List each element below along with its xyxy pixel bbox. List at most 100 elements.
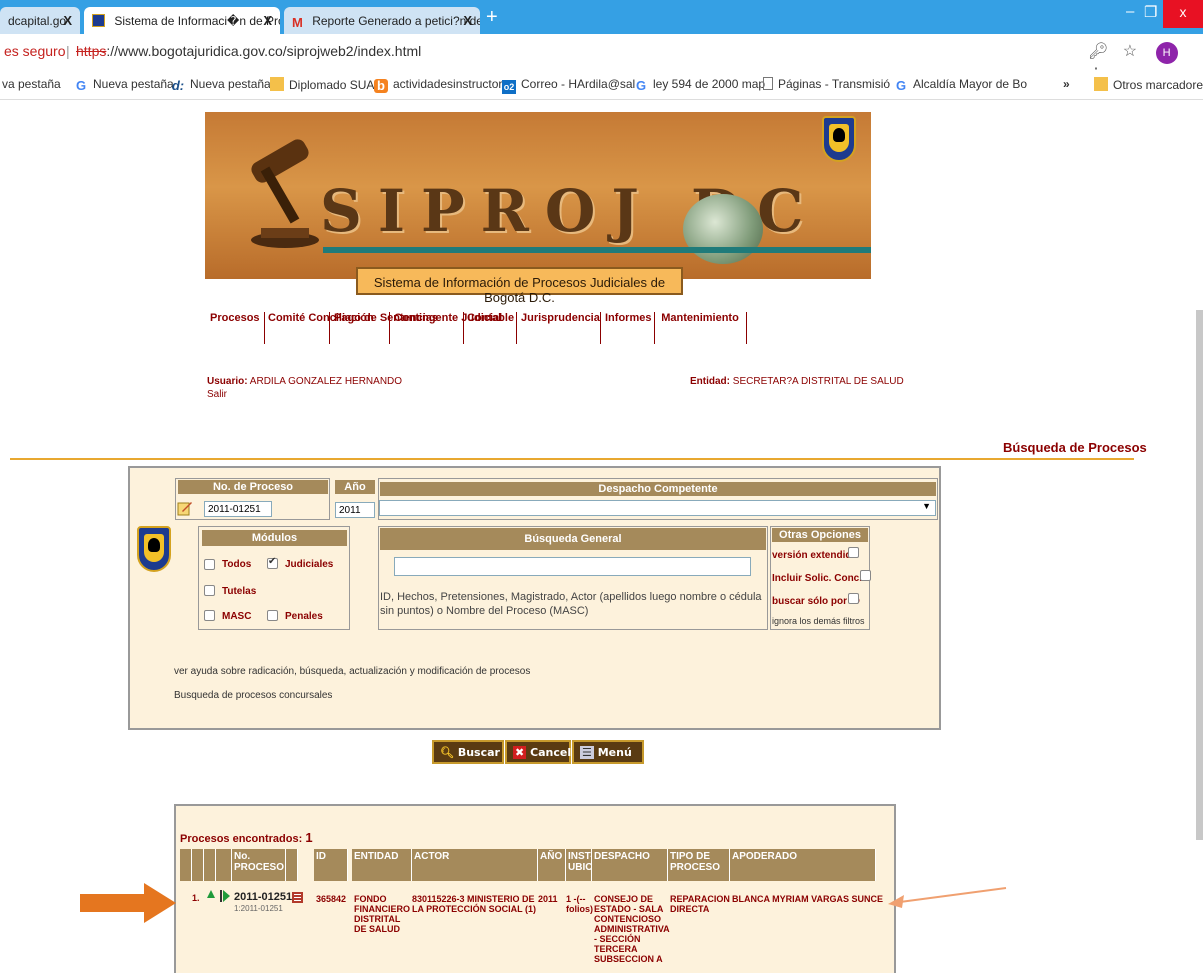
bookmarks-bar: va pestaña G Nueva pestaña d: Nueva pestañ… — [0, 70, 1203, 100]
penales-checkbox[interactable] — [267, 610, 278, 621]
entity-name: SECRETAR?A DISTRITAL DE SALUD — [732, 376, 904, 387]
tab-1-close-icon[interactable]: X — [63, 13, 72, 28]
document-icon[interactable] — [292, 892, 303, 903]
help-link[interactable]: ver ayuda sobre radicación, búsqueda, ac… — [174, 666, 530, 677]
col-no-proceso: No. PROCESO — [232, 849, 286, 881]
security-indicator[interactable]: es seguro — [4, 43, 65, 59]
menu-item-procesos[interactable]: Procesos — [210, 312, 265, 344]
bookmark-item[interactable]: o2 Correo - HArdila@sal — [502, 77, 635, 94]
edit-note-icon[interactable] — [177, 500, 193, 516]
siproj-banner: SIPROJ DC — [205, 112, 871, 279]
anio-header: Año — [335, 480, 375, 494]
page-scrollbar[interactable] — [1196, 310, 1203, 840]
new-tab-button[interactable]: + — [486, 6, 498, 29]
row-index: 1. — [192, 893, 200, 903]
browser-tab-2[interactable]: Sistema de Informaci�n de Proc X — [84, 7, 280, 34]
tutelas-checkbox[interactable] — [204, 585, 215, 596]
row-tipo: REPARACION DIRECTA — [670, 894, 730, 914]
otras-header: Otras Opciones — [772, 528, 868, 542]
siproj-favicon-icon — [92, 14, 105, 27]
google-icon: G — [635, 78, 647, 93]
menu-item-jurisprudencia[interactable]: Jurisprudencia — [521, 312, 601, 344]
bookmark-item[interactable]: d: Nueva pestaña — [171, 77, 271, 93]
tab-3-close-icon[interactable]: X — [463, 13, 472, 28]
restore-icon[interactable]: ❐ — [1144, 3, 1157, 21]
tab-2-close-icon[interactable]: X — [263, 13, 272, 28]
anio-input[interactable]: 2011 — [335, 502, 375, 518]
user-name: ARDILA GONZALEZ HERNANDO — [249, 376, 403, 387]
penales-label: Penales — [285, 611, 323, 622]
window-close-button[interactable]: x — [1163, 0, 1203, 28]
row-id: 365842 — [316, 894, 347, 904]
row-despacho: CONSEJO DE ESTADO - SALA CONTENCIOSO ADM… — [594, 894, 670, 964]
up-triangle-icon[interactable] — [207, 890, 215, 898]
cancelar-button[interactable]: ✖ Cancelar — [505, 740, 584, 764]
key-icon[interactable]: 🔑︎ — [1088, 43, 1108, 60]
banner-caption: Sistema de Información de Procesos Judic… — [356, 267, 683, 305]
bookmark-item[interactable]: G Alcaldía Mayor de Bo — [894, 77, 1027, 93]
menu-item-informes[interactable]: Informes — [605, 312, 655, 344]
play-icon[interactable] — [220, 890, 230, 902]
binoculars-icon: 🔍︎ — [440, 746, 454, 759]
minimize-icon[interactable]: ‒ — [1126, 3, 1134, 20]
bookmark-item[interactable]: G Nueva pestaña — [74, 77, 174, 93]
logout-link[interactable]: Salir — [207, 389, 227, 400]
gavel-icon — [251, 139, 319, 248]
row-proceso-link[interactable]: 2011-01251 — [234, 892, 292, 903]
todos-checkbox[interactable] — [204, 559, 215, 570]
url-field[interactable]: https://www.bogotajuridica.gov.co/siproj… — [76, 43, 421, 59]
browser-tab-3[interactable]: M Reporte Generado a petici?n del X — [284, 7, 480, 34]
cancel-x-icon: ✖ — [513, 746, 527, 759]
menu-item-contingente-judicial[interactable]: Contingente Judicial — [394, 312, 502, 344]
buscar-button[interactable]: 🔍︎ Buscar — [432, 740, 504, 764]
orange-b-icon: b — [374, 79, 388, 93]
despacho-select[interactable]: ▼ — [379, 500, 936, 516]
row-proceso-sub: 1:2011-01251 — [234, 904, 283, 913]
concursales-link[interactable]: Busqueda de procesos concursales — [174, 690, 332, 701]
judiciales-label: Judiciales — [285, 559, 334, 570]
bookmarks-more-icon[interactable]: » — [1063, 77, 1070, 91]
folder-icon — [1094, 77, 1108, 91]
col-entidad: ENTIDAD — [352, 849, 412, 881]
bookmark-item[interactable]: Diplomado SUA — [270, 77, 374, 92]
bookmark-item[interactable]: b actividadesinstructor — [374, 77, 502, 93]
masc-label: MASC — [222, 611, 252, 622]
col-blank — [192, 849, 204, 881]
menu-item-contable[interactable]: Contable — [467, 312, 517, 344]
menu-item-mantenimiento[interactable]: Mantenimiento — [659, 312, 747, 344]
judiciales-checkbox[interactable] — [267, 556, 278, 569]
bookmark-item[interactable]: va pestaña — [2, 77, 61, 91]
version-extendida-checkbox[interactable] — [848, 547, 859, 558]
general-search-input[interactable] — [394, 557, 751, 576]
menu-button[interactable]: ☰ Menú — [572, 740, 644, 764]
other-bookmarks[interactable]: Otros marcadores — [1094, 77, 1203, 92]
col-apoderado: APODERADO — [730, 849, 876, 881]
star-icon[interactable]: ☆ — [1123, 43, 1137, 60]
menu-item-pago-sentencias[interactable]: Pago de Sentencias — [334, 312, 438, 344]
globe-icon — [683, 194, 763, 264]
bookmark-item[interactable]: Gley 594 de 2000 map — [634, 77, 765, 93]
folder-icon — [270, 77, 284, 91]
col-despacho: DESPACHO — [592, 849, 668, 881]
version-extendida-label: versión extendida — [772, 550, 858, 561]
incluir-solic-label: Incluir Solic. Conc. — [772, 573, 863, 584]
menu-page-icon: ☰ — [580, 746, 594, 759]
bookmark-item[interactable]: Páginas - Transmisió — [763, 77, 890, 91]
col-inst-ubic: INST-UBIC — [566, 849, 592, 881]
browser-tab-1[interactable]: dcapital.go X — [0, 7, 80, 34]
modulos-header: Módulos — [202, 530, 347, 546]
browser-tab-bar: dcapital.go X Sistema de Informaci�n de … — [0, 0, 1203, 34]
profile-avatar[interactable]: H — [1155, 42, 1178, 64]
ignora-filtros-text: ignora los demás filtros — [772, 616, 865, 626]
row-apoderado: BLANCA MYRIAM VARGAS SUNCE — [732, 894, 884, 904]
bogota-coat-of-arms-icon — [822, 116, 856, 162]
incluir-solic-checkbox[interactable] — [860, 570, 871, 581]
no-proceso-input[interactable]: 2011-01251 — [204, 501, 272, 517]
masc-checkbox[interactable] — [204, 610, 215, 621]
col-actor: ACTOR — [412, 849, 538, 881]
title-divider — [10, 458, 1134, 460]
menu-item-comite-conciliacion[interactable]: Comité Conciliación — [268, 312, 374, 344]
bogota-coat-of-arms-icon — [137, 526, 171, 572]
buscar-solo-id-checkbox[interactable] — [848, 593, 859, 604]
tab-2-label: Sistema de Informaci�n de Proc — [114, 14, 280, 28]
